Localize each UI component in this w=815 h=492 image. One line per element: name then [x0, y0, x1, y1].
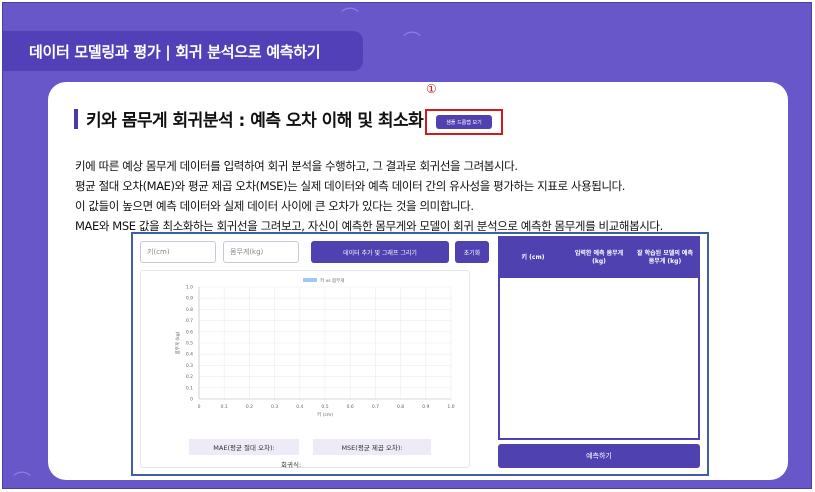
- mse-readout: MSE(평균 제곱 오차):: [313, 439, 431, 455]
- predict-button[interactable]: 예측하기: [498, 444, 700, 468]
- scatter-chart: 0 0.1 0.2 0.3 0.4 0.5 0.6 0.7 0.8 0.9 1.0 0 0.1 0.2 0.…: [174, 277, 455, 418]
- x-tick-label: 0.4: [296, 404, 303, 410]
- highlight-box: 샘플 드롭랩 보기: [425, 109, 503, 135]
- x-tick-label: 0.1: [221, 404, 228, 410]
- section-title: 키와 몸무게 회귀분석 : 예측 오차 이해 및 최소화: [86, 111, 424, 131]
- header-tab: 데이터 모델링과 평가 | 회귀 분석으로 예측하기: [3, 31, 363, 71]
- description-line: 이 값들이 높으면 예측 데이터와 실제 데이터 사이에 큰 오차가 있다는 것…: [75, 199, 474, 213]
- decoration-icon: ⌒: [13, 471, 31, 489]
- y-tick-label: 0.6: [186, 329, 193, 335]
- x-tick-label: 0.9: [422, 404, 429, 410]
- sample-view-button[interactable]: 샘플 드롭랩 보기: [436, 115, 492, 129]
- x-tick-label: 0.8: [397, 404, 404, 410]
- description: 키에 따른 예상 몸무게 데이터를 입력하여 회귀 분석을 수행하고, 그 결과…: [75, 156, 775, 236]
- y-tick-label: 0.8: [186, 307, 193, 313]
- legend-swatch: [303, 278, 317, 282]
- x-tick-label: 0.2: [246, 404, 253, 410]
- description-line: 평균 절대 오차(MAE)와 평균 제곱 오차(MSE)는 실제 데이터와 예측…: [75, 179, 626, 193]
- y-tick-label: 0.1: [186, 385, 193, 391]
- y-tick-label: 1.0: [186, 285, 193, 291]
- y-tick-label: 0.4: [186, 352, 193, 358]
- x-tick-label: 0.6: [347, 404, 354, 410]
- x-tick-label: 0: [198, 404, 201, 410]
- y-tick-label: 0.9: [186, 296, 193, 302]
- height-input[interactable]: 키(cm): [140, 241, 216, 263]
- weight-input[interactable]: 몸무게(kg): [223, 241, 299, 263]
- regression-formula: 회귀식:: [281, 461, 302, 469]
- x-tick-label: 1.0: [447, 404, 454, 410]
- description-line: 키에 따른 예상 몸무게 데이터를 입력하여 회귀 분석을 수행하고, 그 결과…: [75, 159, 518, 173]
- x-tick-label: 0.3: [271, 404, 278, 410]
- section-heading: 키와 몸무게 회귀분석 : 예측 오차 이해 및 최소화: [74, 106, 424, 131]
- y-tick-label: 0.7: [186, 318, 193, 324]
- column-header: 잘 학습된 모델의 예측 몸무게 (kg): [637, 250, 693, 265]
- add-data-button[interactable]: 데이터 추가 및 그래프 그리기: [311, 241, 449, 263]
- y-tick-label: 0.2: [186, 374, 193, 380]
- y-tick-label: 0.3: [186, 363, 193, 369]
- simulator-panel: 키(cm) 몸무게(kg) 데이터 추가 및 그래프 그리기 초기화 0 0.1 0…: [131, 232, 709, 476]
- mae-readout: MAE(평균 절대 오차):: [189, 439, 299, 455]
- title-accent-bar: [74, 108, 78, 129]
- y-tick-label: 0.5: [186, 341, 193, 347]
- y-axis-label: 몸무게 (kg): [174, 331, 181, 354]
- column-header: 키 (cm): [521, 254, 545, 261]
- column-header: 입력한 예측 몸무게 (kg): [574, 250, 624, 265]
- x-axis-label: 키 (cm): [317, 411, 333, 418]
- prediction-table: 키 (cm) 입력한 예측 몸무게 (kg) 잘 학습된 모델의 예측 몸무게 …: [498, 236, 700, 440]
- annotation-marker: ①: [426, 82, 437, 96]
- page-title: 데이터 모델링과 평가 | 회귀 분석으로 예측하기: [29, 42, 321, 61]
- decoration-icon: ⌒: [341, 7, 359, 28]
- x-tick-label: 0.5: [321, 404, 328, 410]
- reset-button[interactable]: 초기화: [455, 241, 489, 263]
- content-card: 키와 몸무게 회귀분석 : 예측 오차 이해 및 최소화 ① 샘플 드롭랩 보기…: [48, 82, 788, 480]
- legend-label: 키 vs 몸무게: [320, 277, 344, 284]
- decoration-icon: ⌒: [403, 31, 421, 52]
- app-frame: ⌒ ⌒ ⌒ 데이터 모델링과 평가 | 회귀 분석으로 예측하기 키와 몸무게 …: [2, 2, 812, 489]
- x-tick-label: 0.7: [372, 404, 379, 410]
- chart-container: 0 0.1 0.2 0.3 0.4 0.5 0.6 0.7 0.8 0.9 1.0 0 0.1 0.2 0.…: [140, 270, 470, 469]
- y-tick-label: 0: [190, 397, 193, 403]
- table-header: 키 (cm) 입력한 예측 몸무게 (kg) 잘 학습된 모델의 예측 몸무게 …: [500, 238, 698, 278]
